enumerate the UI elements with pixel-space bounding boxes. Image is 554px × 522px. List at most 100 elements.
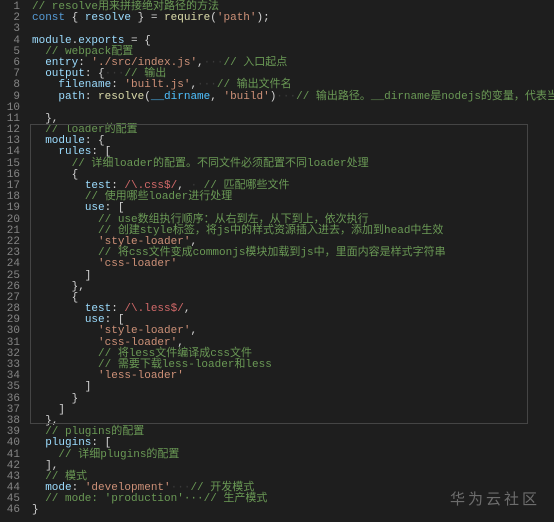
token: // 创建style标签，将js中的样式资源插入进去，添加到head中生效 xyxy=(98,225,443,237)
token xyxy=(32,158,72,170)
token xyxy=(32,337,98,349)
token: ( xyxy=(144,91,151,103)
token: ); xyxy=(257,12,270,24)
token: ] xyxy=(32,381,91,393)
line-number: 25 xyxy=(4,271,20,282)
token: // loader的配置 xyxy=(45,124,137,136)
token: rules xyxy=(58,146,91,158)
code-line[interactable]: const { resolve } = require('path'); xyxy=(32,13,554,24)
line-number: 14 xyxy=(4,147,20,158)
code-line[interactable] xyxy=(32,103,554,114)
token: } xyxy=(32,504,39,516)
line-number-gutter: 1234567891011121314151617181920212223242… xyxy=(0,0,28,522)
token: module xyxy=(32,35,72,47)
code-line[interactable]: ] xyxy=(32,382,554,393)
token: // plugins的配置 xyxy=(45,426,144,438)
token: plugins xyxy=(45,437,91,449)
token: __dirname xyxy=(151,91,210,103)
token: exports xyxy=(78,35,124,47)
token: path xyxy=(58,91,84,103)
token: /\.less$/ xyxy=(124,303,183,315)
token xyxy=(32,359,98,371)
code-area[interactable]: // resolve用来拼接绝对路径的方法const { resolve } =… xyxy=(28,0,554,522)
code-line[interactable]: ], xyxy=(32,461,554,472)
token xyxy=(32,46,45,58)
token xyxy=(32,191,85,203)
line-number: 46 xyxy=(4,505,20,516)
token: // 使用哪些loader进行处理 xyxy=(85,191,232,203)
code-line[interactable]: // mode: 'production'···// 生产模式 xyxy=(32,494,554,505)
token: // 输出路径。__dirname是nodejs的变量，代表当前文件的目录绝对路… xyxy=(296,91,554,103)
token xyxy=(32,437,45,449)
code-line[interactable]: path: resolve(__dirname, 'build')···// 输… xyxy=(32,92,554,103)
token: : xyxy=(85,91,98,103)
token xyxy=(32,449,58,461)
line-number: 19 xyxy=(4,203,20,214)
token: : [ xyxy=(105,314,125,326)
token: // mode: 'production'···// 生产模式 xyxy=(45,493,267,505)
token: : xyxy=(111,303,124,315)
line-number: 40 xyxy=(4,438,20,449)
code-line[interactable]: 'css-loader' xyxy=(32,259,554,270)
token xyxy=(32,135,45,147)
line-number: 35 xyxy=(4,382,20,393)
token: // resolve用来拼接绝对路径的方法 xyxy=(32,1,219,13)
token xyxy=(32,348,98,360)
token: , xyxy=(184,303,191,315)
token: // 输出文件名 xyxy=(217,79,292,91)
token: 'build' xyxy=(223,91,269,103)
token: // use数组执行顺序：从右到左，从下到上，依次执行 xyxy=(98,214,369,226)
token: use xyxy=(85,314,105,326)
token: filename xyxy=(58,79,111,91)
token: ··· xyxy=(204,57,224,69)
code-line[interactable]: } xyxy=(32,505,554,516)
code-line[interactable]: ] xyxy=(32,405,554,416)
code-line[interactable]: // loader的配置 xyxy=(32,125,554,136)
token: = { xyxy=(124,35,150,47)
code-line[interactable]: 'less-loader' xyxy=(32,371,554,382)
token: test xyxy=(85,303,111,315)
token: // webpack配置 xyxy=(45,46,133,58)
token: } = xyxy=(131,12,164,24)
token xyxy=(32,124,45,136)
token xyxy=(32,202,85,214)
line-number: 3 xyxy=(4,24,20,35)
token: 'path' xyxy=(217,12,257,24)
code-line[interactable]: // 详细plugins的配置 xyxy=(32,450,554,461)
token: // 入口起点 xyxy=(223,57,287,69)
token xyxy=(32,225,98,237)
token: ] xyxy=(32,270,91,282)
code-line[interactable]: ] xyxy=(32,271,554,282)
token: use xyxy=(85,202,105,214)
token: // 需要下载less-loader和less xyxy=(98,359,272,371)
line-number: 30 xyxy=(4,326,20,337)
code-editor[interactable]: 1234567891011121314151617181920212223242… xyxy=(0,0,554,522)
line-number: 24 xyxy=(4,259,20,270)
token: ], xyxy=(32,460,58,472)
token xyxy=(32,303,85,315)
token: // 将css文件变成commonjs模块加载到js中，里面内容是样式字符串 xyxy=(98,247,446,259)
line-number: 8 xyxy=(4,80,20,91)
token xyxy=(32,247,98,259)
token: ··· xyxy=(276,91,296,103)
token: 'style-loader' xyxy=(98,325,190,337)
code-line[interactable]: // 详细loader的配置。不同文件必须配置不同loader处理 xyxy=(32,159,554,170)
token: : xyxy=(111,79,124,91)
token: ··· xyxy=(197,79,217,91)
token: // 详细plugins的配置 xyxy=(58,449,179,461)
token: { xyxy=(32,292,78,304)
code-line[interactable]: }, xyxy=(32,282,554,293)
token xyxy=(32,426,45,438)
token: : [ xyxy=(91,437,111,449)
token: const xyxy=(32,12,65,24)
token: : [ xyxy=(105,202,125,214)
token xyxy=(32,325,98,337)
token xyxy=(32,79,58,91)
token: { xyxy=(32,169,78,181)
token: { xyxy=(65,12,85,24)
token xyxy=(32,91,58,103)
token xyxy=(32,258,98,270)
token: , xyxy=(190,325,197,337)
code-line[interactable]: } xyxy=(32,394,554,405)
token: // 将less文件编译成css文件 xyxy=(98,348,252,360)
